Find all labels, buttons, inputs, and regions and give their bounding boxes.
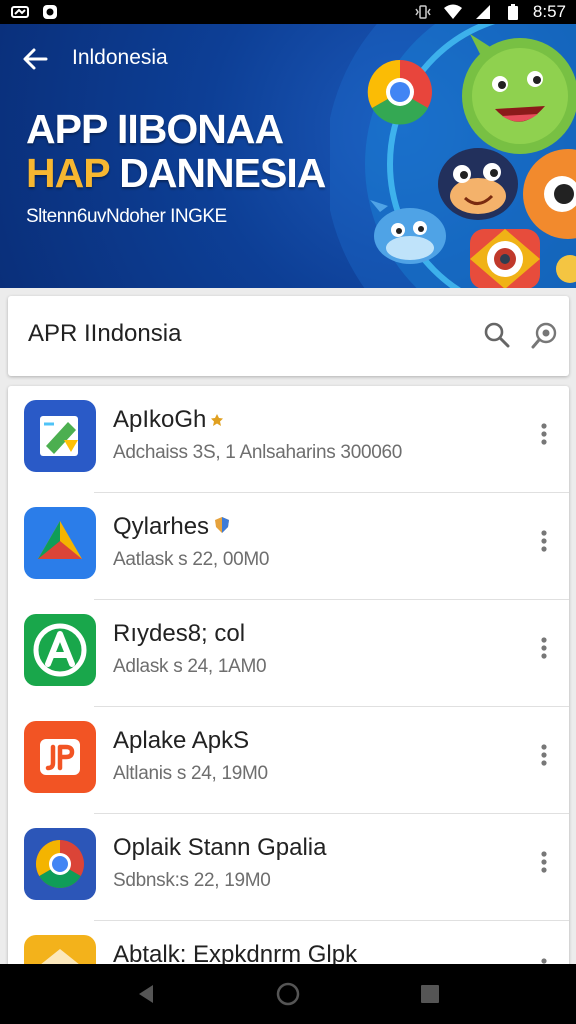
app-name: ApIkoGh <box>113 406 224 434</box>
app-name-text: Qylarhes <box>113 513 210 540</box>
star-badge-icon <box>210 406 224 434</box>
page-title: Inldonesia <box>72 46 168 69</box>
app-meta: Altlanis s 24, 19M0 <box>113 763 268 784</box>
banner-headline-line2: HAP DANNESIA <box>26 150 326 197</box>
list-item[interactable]: Rıydes8; col Adlask s 24, 1AM0 <box>8 600 569 707</box>
home-nav-icon[interactable] <box>274 980 302 1008</box>
system-nav-bar <box>0 964 576 1024</box>
list-item[interactable]: ApIkoGh Adchaiss 3S, 1 Anlsaharins 30006… <box>8 386 569 493</box>
banner-headline-accent: HAP <box>26 150 110 196</box>
status-bar: 8:57 <box>0 0 576 24</box>
chrome-app-icon <box>24 828 96 900</box>
qylarhes-app-icon <box>24 507 96 579</box>
banner-headline-line1: APP IIBONAA <box>26 106 284 152</box>
more-options-icon[interactable] <box>530 523 558 559</box>
search-bar[interactable]: APR IIndonsia <box>8 296 569 376</box>
voice-search-icon[interactable] <box>528 318 562 352</box>
camera-app-icon <box>470 229 540 288</box>
blue-mascot-icon <box>438 148 518 220</box>
app-name: Qylarhes <box>113 513 231 541</box>
search-icon[interactable] <box>480 318 514 352</box>
battery-icon <box>503 4 523 20</box>
back-nav-icon[interactable] <box>132 980 160 1008</box>
more-options-icon[interactable] <box>530 416 558 452</box>
shield-badge-icon <box>213 513 231 541</box>
app-name-text: ApIkoGh <box>113 406 207 433</box>
app-name: Rıydes8; col <box>113 620 246 647</box>
more-options-icon[interactable] <box>530 630 558 666</box>
app-screen: 8:57 Inldonesia APP IIBONAA HAP DANNESIA… <box>0 0 576 1024</box>
more-options-icon[interactable] <box>530 737 558 773</box>
banner-headline-rest: DANNESIA <box>108 150 326 196</box>
list-item[interactable]: Oplaik Stann Gpalia Sdbnsk:s 22, 19M0 <box>8 814 569 921</box>
chrome-icon <box>367 59 432 125</box>
list-item[interactable]: Qylarhes Aatlask s 22, 00M0 <box>8 493 569 600</box>
message-icon <box>40 4 60 20</box>
more-options-icon[interactable] <box>530 844 558 880</box>
recents-nav-icon[interactable] <box>416 980 444 1008</box>
app-name: Oplaik Stann Gpalia <box>113 834 327 861</box>
app-list: ApIkoGh Adchaiss 3S, 1 Anlsaharins 30006… <box>8 386 569 986</box>
mascot-illustration <box>330 24 576 288</box>
app-meta: Aatlask s 22, 00M0 <box>113 549 270 570</box>
app-meta: Adlask s 24, 1AM0 <box>113 656 267 677</box>
riydes-app-icon <box>24 614 96 686</box>
header-banner: Inldonesia APP IIBONAA HAP DANNESIA Slte… <box>0 24 576 288</box>
vibrate-icon <box>413 4 433 20</box>
wifi-icon <box>443 4 463 20</box>
list-item[interactable]: Aplake ApkS Altlanis s 24, 19M0 <box>8 707 569 814</box>
aplake-app-icon <box>24 721 96 793</box>
aplikogh-app-icon <box>24 400 96 472</box>
signal-icon <box>473 4 493 20</box>
search-query-text[interactable]: APR IIndonsia <box>28 320 181 348</box>
app-meta: Adchaiss 3S, 1 Anlsaharins 300060 <box>113 442 403 463</box>
arrow-left-icon[interactable] <box>20 44 50 74</box>
notification-icon <box>10 4 30 20</box>
app-meta: Sdbnsk:s 22, 19M0 <box>113 870 271 891</box>
app-name: Aplake ApkS <box>113 727 250 754</box>
banner-subtitle: Sltenn6uvNdoher INGKE <box>26 206 227 227</box>
clock-time: 8:57 <box>532 2 566 21</box>
